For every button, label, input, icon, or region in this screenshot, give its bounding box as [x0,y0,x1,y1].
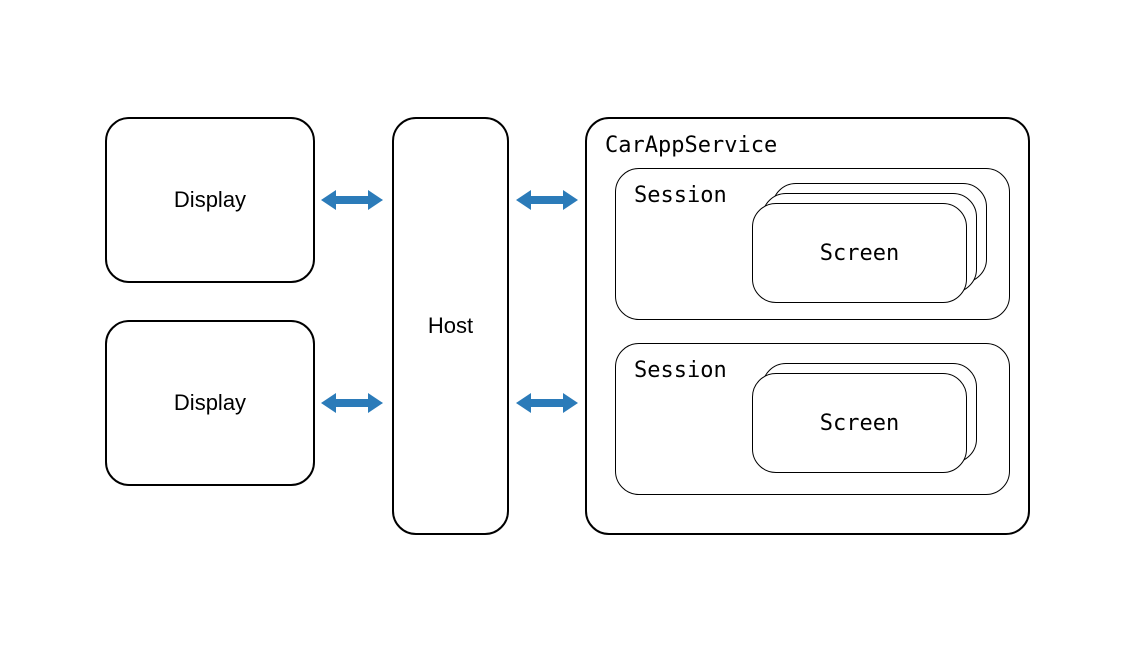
session-2-label: Session [634,358,727,383]
screen-1-label: Screen [820,241,899,266]
screen-2: Screen [752,373,967,473]
arrow-display1-host [321,187,383,213]
display-top-label: Display [174,187,246,213]
arrow-display2-host [321,390,383,416]
host-label: Host [428,313,473,339]
session-1-label: Session [634,183,727,208]
arrow-host-service-bottom [516,390,578,416]
screen-2-label: Screen [820,411,899,436]
host: Host [392,117,509,535]
screen-1: Screen [752,203,967,303]
display-bottom-label: Display [174,390,246,416]
display-top: Display [105,117,315,283]
display-bottom: Display [105,320,315,486]
car-app-service-label: CarAppService [605,133,777,158]
arrow-host-service-top [516,187,578,213]
